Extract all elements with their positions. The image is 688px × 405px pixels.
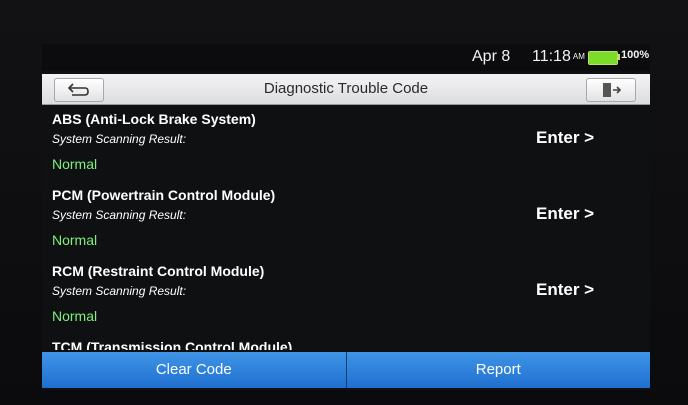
back-arrow-icon (68, 83, 89, 96)
status-date: Apr 8 (472, 48, 511, 65)
report-button[interactable]: Report (345, 352, 650, 388)
bottom-action-bar: Clear Code Report (42, 350, 650, 390)
list-item[interactable]: PCM (Powertrain Control Module) System S… (42, 182, 650, 258)
enter-button[interactable]: Enter > (536, 280, 594, 300)
battery-fill (589, 52, 617, 64)
scan-result: Normal (52, 156, 98, 172)
scan-result-label: System Scanning Result: (52, 208, 187, 222)
scan-result: Normal (52, 308, 98, 324)
status-ampm: AM (572, 52, 585, 62)
back-button[interactable] (54, 78, 104, 102)
title-bar: Diagnostic Trouble Code (42, 74, 650, 105)
module-list: ABS (Anti-Lock Brake System) System Scan… (42, 106, 650, 350)
device-screen: Apr 8 11:18 AM 100% Diagnostic Trouble Co… (42, 44, 650, 390)
status-bar: Apr 8 11:18 AM 100% (42, 44, 650, 71)
list-item[interactable]: ABS (Anti-Lock Brake System) System Scan… (42, 106, 650, 182)
scan-result-label: System Scanning Result: (52, 132, 187, 146)
page-title: Diagnostic Trouble Code (263, 80, 429, 97)
module-name: PCM (Powertrain Control Module) (52, 187, 276, 203)
status-time: 11:18 AM (532, 48, 585, 65)
scan-result: Normal (52, 232, 98, 248)
enter-button[interactable]: Enter > (536, 128, 594, 148)
battery-nub (618, 54, 620, 60)
module-name: ABS (Anti-Lock Brake System) (52, 111, 256, 127)
clear-code-button[interactable]: Clear Code (42, 352, 346, 388)
battery-percent: 100% (621, 49, 650, 61)
list-item[interactable]: RCM (Restraint Control Module) System Sc… (42, 258, 650, 334)
exit-door-icon (603, 83, 622, 97)
battery-icon (588, 51, 618, 65)
exit-button[interactable] (586, 78, 636, 102)
module-name: RCM (Restraint Control Module) (52, 263, 265, 279)
module-name: TCM (Transmission Control Module) (52, 339, 293, 350)
enter-button[interactable]: Enter > (536, 204, 594, 224)
scan-result-label: System Scanning Result: (52, 284, 187, 298)
list-item[interactable]: TCM (Transmission Control Module) (42, 334, 650, 350)
